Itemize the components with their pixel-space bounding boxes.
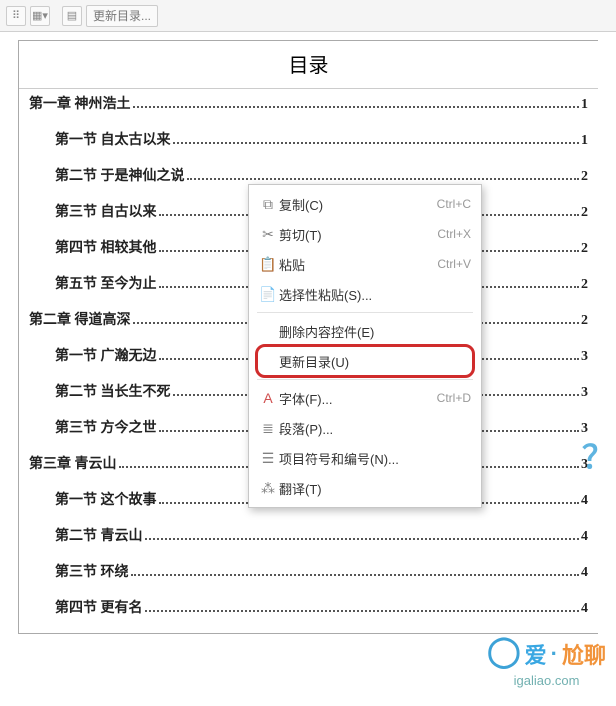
toc-entry-page: 1 bbox=[581, 133, 588, 149]
toc-leader-dots bbox=[131, 566, 580, 576]
toc-entry-page: 4 bbox=[581, 529, 588, 545]
menu-copy[interactable]: ⧉ 复制(C) Ctrl+C bbox=[249, 189, 481, 219]
toc-entry[interactable]: 第三节 环绕 4 bbox=[29, 561, 588, 597]
menu-paragraph-label: 段落(P)... bbox=[279, 419, 471, 438]
toc-entry-text: 第三章 青云山 bbox=[29, 453, 117, 473]
menu-separator bbox=[257, 312, 473, 313]
toc-entry[interactable]: 第四节 更有名 4 bbox=[29, 597, 588, 633]
cut-icon: ✂ bbox=[257, 226, 279, 243]
toc-entry[interactable]: 第一章 神州浩土 1 bbox=[29, 93, 588, 129]
toc-entry-text: 第二章 得道高深 bbox=[29, 309, 131, 329]
toc-entry-page: 2 bbox=[581, 205, 588, 221]
toc-leader-dots bbox=[145, 530, 580, 540]
paste-special-icon: 📄 bbox=[257, 286, 279, 303]
menu-translate[interactable]: ⁂ 翻译(T) bbox=[249, 473, 481, 503]
menu-translate-label: 翻译(T) bbox=[279, 479, 471, 498]
toc-entry-page: 2 bbox=[581, 277, 588, 293]
watermark-logo-icon: ◯ bbox=[487, 634, 521, 669]
toc-leader-dots bbox=[173, 134, 580, 144]
toc-entry-page: 2 bbox=[581, 169, 588, 185]
menu-copy-label: 复制(C) bbox=[279, 195, 437, 214]
menu-font[interactable]: A 字体(F)... Ctrl+D bbox=[249, 383, 481, 413]
watermark-url: igaliao.com bbox=[487, 673, 606, 688]
toc-entry-text: 第四节 相较其他 bbox=[55, 237, 157, 257]
menu-copy-accel: Ctrl+C bbox=[437, 197, 471, 211]
toc-leader-dots bbox=[187, 170, 580, 180]
toc-entry-text: 第一节 自太古以来 bbox=[55, 129, 171, 149]
toc-entry-text: 第一章 神州浩土 bbox=[29, 93, 131, 113]
toc-entry-page: 4 bbox=[581, 601, 588, 617]
toc-entry-text: 第五节 至今为止 bbox=[55, 273, 157, 293]
menu-delete-content-control[interactable]: 删除内容控件(E) bbox=[249, 316, 481, 346]
toc-entry-text: 第三节 环绕 bbox=[55, 561, 129, 581]
toc-entry-page: 2 bbox=[581, 241, 588, 257]
menu-paste-special-label: 选择性粘贴(S)... bbox=[279, 285, 471, 304]
menu-cut-label: 剪切(T) bbox=[279, 225, 437, 244]
toc-entry-text: 第一节 广瀚无边 bbox=[55, 345, 157, 365]
toc-entry-page: 4 bbox=[581, 565, 588, 581]
toc-leader-dots bbox=[133, 98, 580, 108]
bullets-icon: ☰ bbox=[257, 450, 279, 467]
menu-cut[interactable]: ✂ 剪切(T) Ctrl+X bbox=[249, 219, 481, 249]
menu-bullets-label: 项目符号和编号(N)... bbox=[279, 449, 471, 468]
toc-entry-page: 2 bbox=[581, 313, 588, 329]
menu-bullets[interactable]: ☰ 项目符号和编号(N)... bbox=[249, 443, 481, 473]
toc-entry-page: 4 bbox=[581, 493, 588, 509]
menu-update-toc[interactable]: 更新目录(U) bbox=[249, 346, 481, 376]
toc-entry-page: 3 bbox=[581, 349, 588, 365]
update-toc-button[interactable]: 更新目录... bbox=[86, 5, 158, 27]
paste-icon: 📋 bbox=[257, 256, 279, 273]
menu-cut-accel: Ctrl+X bbox=[437, 227, 471, 241]
toc-entry-text: 第二节 当长生不死 bbox=[55, 381, 171, 401]
menu-paste-label: 粘贴 bbox=[279, 255, 437, 274]
toc-entry-page: 3 bbox=[581, 385, 588, 401]
toc-entry-text: 第一节 这个故事 bbox=[55, 489, 157, 509]
menu-delete-cc-label: 删除内容控件(E) bbox=[279, 322, 471, 341]
toc-control-toolbar: ⠿ ▦▾ ▤ 更新目录... bbox=[0, 0, 616, 32]
font-icon: A bbox=[257, 390, 279, 406]
menu-update-toc-label: 更新目录(U) bbox=[279, 352, 471, 371]
watermark-sep: · bbox=[551, 641, 558, 667]
menu-separator bbox=[257, 379, 473, 380]
context-menu: ⧉ 复制(C) Ctrl+C ✂ 剪切(T) Ctrl+X 📋 粘贴 Ctrl+… bbox=[248, 184, 482, 508]
watermark-text2: 尬聊 bbox=[562, 638, 606, 670]
copy-icon: ⧉ bbox=[257, 196, 279, 213]
menu-paragraph[interactable]: ≣ 段落(P)... bbox=[249, 413, 481, 443]
toc-entry-text: 第二节 于是神仙之说 bbox=[55, 165, 185, 185]
toc-entry-page: 1 bbox=[581, 97, 588, 113]
menu-font-accel: Ctrl+D bbox=[437, 391, 471, 405]
toc-title: 目录 bbox=[19, 41, 598, 89]
refresh-icon[interactable]: ▤ bbox=[62, 6, 82, 26]
toc-entry-text: 第四节 更有名 bbox=[55, 597, 143, 617]
toc-entry[interactable]: 第一节 自太古以来 1 bbox=[29, 129, 588, 165]
toc-handle-icon[interactable]: ⠿ bbox=[6, 6, 26, 26]
translate-icon: ⁂ bbox=[257, 480, 279, 497]
question-mark-overlay: ？ bbox=[582, 432, 614, 478]
menu-paste-accel: Ctrl+V bbox=[437, 257, 471, 271]
menu-paste[interactable]: 📋 粘贴 Ctrl+V bbox=[249, 249, 481, 279]
toc-entry-text: 第三节 自古以来 bbox=[55, 201, 157, 221]
menu-paste-special[interactable]: 📄 选择性粘贴(S)... bbox=[249, 279, 481, 309]
paragraph-icon: ≣ bbox=[257, 420, 279, 437]
toc-leader-dots bbox=[145, 602, 580, 612]
toc-entry[interactable]: 第二节 青云山 4 bbox=[29, 525, 588, 561]
toc-entry-text: 第三节 方今之世 bbox=[55, 417, 157, 437]
watermark-text1: 爱 bbox=[525, 638, 547, 670]
toc-menu-icon[interactable]: ▦▾ bbox=[30, 6, 50, 26]
menu-font-label: 字体(F)... bbox=[279, 389, 437, 408]
watermark: ◯ 爱 · 尬聊 igaliao.com bbox=[487, 636, 606, 688]
toc-entry-text: 第二节 青云山 bbox=[55, 525, 143, 545]
